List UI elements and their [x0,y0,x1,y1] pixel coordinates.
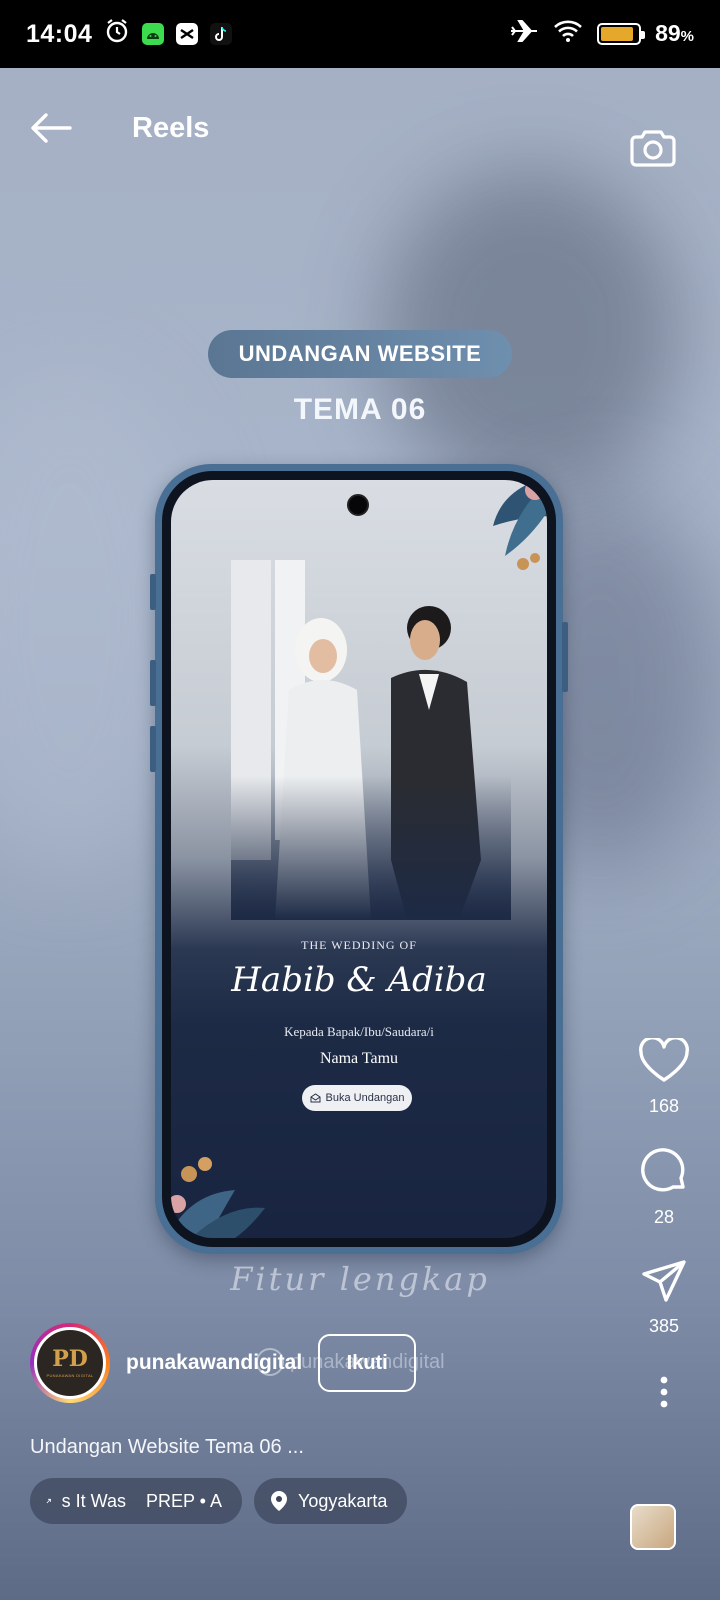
share-action: 385 [640,1258,688,1337]
camera-punch-hole [347,494,369,516]
page-title: Reels [132,112,210,144]
more-options-button[interactable] [659,1375,669,1414]
floral-decoration-bottom [171,1157,265,1238]
reel-video[interactable]: Reels UNDANGAN WEBSITE TEMA 06 THE WEDDI… [0,68,720,1600]
like-count: 168 [648,1096,680,1116]
status-time: 14:04 [26,19,93,48]
audio-chip[interactable]: s It Was PREP • A [30,1478,242,1524]
follow-button[interactable]: Ikuti [318,1334,417,1392]
heart-icon[interactable] [638,1038,690,1084]
author-username[interactable]: punakawandigital [126,1351,302,1375]
caption[interactable]: Undangan Website Tema 06 ... [30,1436,304,1459]
comment-icon[interactable] [639,1147,689,1195]
avatar[interactable]: PD PUNAKAWAN DIGITAL [30,1323,110,1403]
alarm-icon [104,18,130,51]
back-button[interactable] [28,110,74,146]
avatar-logo: PD [52,1346,88,1372]
send-icon[interactable] [640,1258,688,1304]
open-invitation-button: Buka Undangan [302,1085,412,1111]
reels-header: Reels [0,98,720,167]
chips-row: s It Was PREP • A Yogyakarta [30,1478,408,1524]
avatar-subtitle: PUNAKAWAN DIGITAL [46,1373,94,1378]
more-vertical-icon [660,1376,668,1408]
tiktok-icon [210,23,233,45]
phone-mockup: THE WEDDING OF Habib & Adiba Kepada Bapa… [150,464,568,1254]
video-theme-title: TEMA 06 [293,393,427,426]
location-pin-icon [271,1491,287,1511]
audio-thumbnail[interactable] [630,1504,676,1550]
camera-icon [630,130,676,167]
audio-label: s It Was PREP • A [61,1490,222,1511]
action-column: 168 28 385 [634,1038,694,1414]
recipient-label: Kepada Bapak/Ibu/Saudara/i [284,1024,434,1039]
floral-decoration-top [493,480,547,570]
battery-percent: 89% [655,20,694,46]
like-action: 168 [638,1038,690,1117]
arrow-left-icon [31,113,72,143]
envelope-icon [310,1093,321,1103]
share-count: 385 [648,1316,680,1336]
invitation-screen: THE WEDDING OF Habib & Adiba Kepada Bapa… [171,480,547,1238]
location-chip[interactable]: Yogyakarta [254,1478,408,1524]
guest-name: Nama Tamu [319,1050,399,1067]
location-label: Yogyakarta [298,1490,388,1511]
camera-button[interactable] [630,126,676,167]
video-tag-pill: UNDANGAN WEBSITE [208,330,512,378]
airplane-icon [509,18,539,51]
author-row: PD PUNAKAWAN DIGITAL punakawandigital Ik… [30,1323,417,1403]
couple-photo [231,560,511,920]
status-bar: 14:04 89% [0,0,720,68]
comment-action: 28 [639,1147,689,1228]
battery-fill [601,27,634,41]
arrow-up-right-icon [46,1498,51,1504]
battery-icon [597,23,646,45]
capcut-icon [176,23,199,45]
couple-names: Habib & Adiba [231,960,487,1000]
wifi-icon [553,19,583,50]
android-app-icon [142,23,165,45]
wedding-of-label: THE WEDDING OF [301,938,417,952]
comment-count: 28 [653,1207,675,1227]
video-overlay-text: Fitur lengkap [230,1260,490,1298]
